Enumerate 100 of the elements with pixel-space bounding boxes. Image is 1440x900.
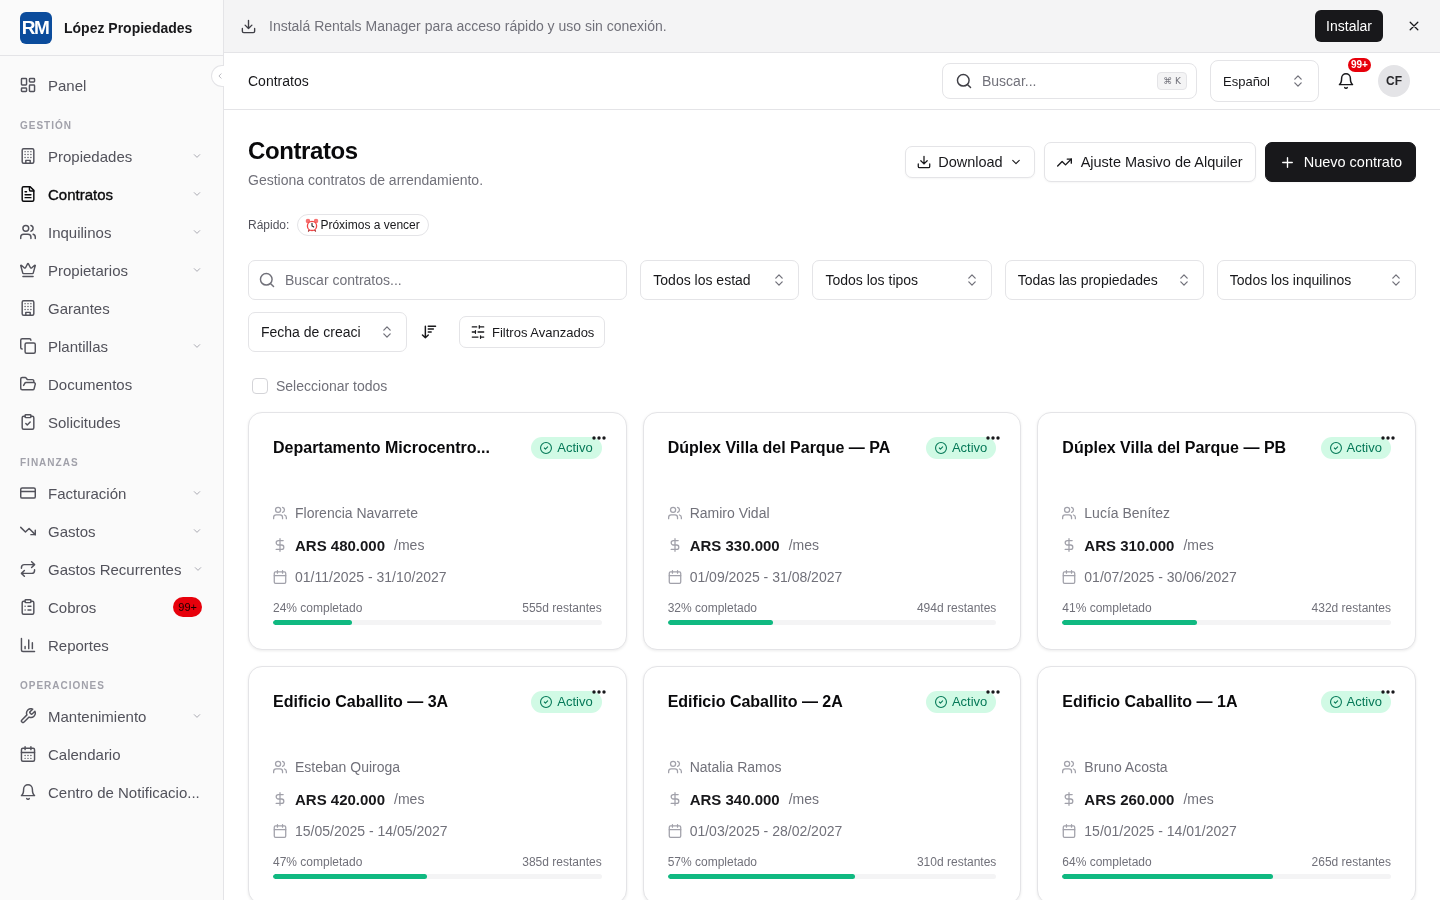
sidebar-item[interactable]: Calendario (0, 735, 210, 773)
alarm-clock-icon (305, 218, 320, 232)
install-button[interactable]: Instalar (1315, 10, 1383, 42)
rent-period: /mes (1183, 791, 1214, 807)
contract-dates: 01/11/2025 - 31/10/2027 (295, 569, 447, 585)
quick-filter-chip[interactable]: Próximos a vencer (297, 214, 429, 236)
property-title: Dúplex Villa del Parque — PB (1062, 439, 1287, 457)
sidebar-item[interactable]: Plantillas (0, 327, 210, 365)
check-circle-icon (1329, 696, 1342, 708)
sidebar-item[interactable]: Gastos (0, 512, 210, 550)
filter-dropdown[interactable]: Todos los inquilinos (1216, 260, 1416, 300)
chevron-down-icon (192, 151, 202, 161)
contract-card[interactable]: Edificio Caballito — 2A Activo Natalia Ramos ARS 340.000 /mes 01/03/2025 - 28/02/2027 57% completado 310d restantes (642, 666, 1022, 900)
sidebar-item[interactable]: Propietarios (0, 251, 210, 289)
sidebar-item[interactable]: Documentos (0, 365, 210, 403)
brand-logo: RM (20, 11, 52, 44)
status-label: Activo (557, 695, 593, 709)
chevron-down-icon (192, 189, 202, 199)
sidebar-item[interactable]: Propiedades (0, 137, 210, 175)
more-button[interactable] (1380, 435, 1396, 441)
filter-dropdown[interactable]: Todos los estad (640, 260, 800, 300)
contract-card[interactable]: Edificio Caballito — 3A Activo Esteban Quiroga ARS 420.000 /mes 15/05/2025 - 14/05/2027 47% completado 385d restantes (248, 666, 627, 900)
contract-card[interactable]: Departamento Microcentro... Activo Florencia Navarrete ARS 480.000 /mes 01/11/2025 - 31/10/2027 24% completado 555d restantes (248, 412, 627, 650)
dashboard-icon (20, 77, 36, 93)
more-button[interactable] (590, 689, 607, 695)
contract-dates: 01/09/2025 - 31/08/2027 (689, 569, 843, 585)
contract-card[interactable]: Dúplex Villa del Parque — PB Activo Lucía Benítez ARS 310.000 /mes 01/07/2025 - 30/06/2027 41% completado 432d restantes (1037, 412, 1416, 650)
section-label: OPERACIONES (20, 680, 105, 692)
sidebar-item[interactable]: Reportes (0, 626, 210, 664)
sort-button[interactable] (419, 322, 439, 342)
search-field[interactable]: Buscar... ⌘ K (942, 63, 1197, 99)
chevron-left-icon (216, 72, 224, 80)
rent-period: /mes (394, 791, 425, 807)
crown-icon (20, 262, 36, 278)
credit-card-icon (20, 485, 36, 501)
section-label: FINANZAS (20, 457, 79, 469)
contract-card[interactable]: Edificio Caballito — 1A Activo Bruno Acosta ARS 260.000 /mes 15/01/2025 - 14/01/2027 64% completado 265d restantes (1037, 666, 1416, 900)
more-icon (591, 436, 606, 440)
language-select[interactable]: Español (1210, 60, 1319, 102)
action-button[interactable]: Ajuste Masivo de Alquiler (1043, 142, 1256, 182)
install-message: Instalá Rentals Manager para acceso rápido y uso sin conexión. (269, 18, 668, 34)
more-icon (1381, 436, 1395, 440)
building-icon (20, 300, 36, 316)
calendar-icon (1062, 824, 1077, 838)
sidebar-item[interactable]: Inquilinos (0, 213, 210, 251)
more-button[interactable] (985, 435, 1002, 441)
bar-chart-icon (20, 637, 36, 653)
sidebar-item[interactable]: Centro de Notificacio... (0, 773, 210, 811)
filter-dropdown[interactable]: Fecha de creaci (248, 312, 407, 352)
rent-period: /mes (1183, 537, 1214, 553)
search-input[interactable]: Buscar contratos... (285, 272, 615, 288)
progress-label: 32% completado (667, 600, 758, 616)
search-input[interactable]: Buscar... (982, 73, 1148, 89)
repeat-icon (20, 561, 36, 577)
section-label: GESTIÓN (20, 120, 72, 132)
tenant-name: Natalia Ramos (689, 759, 782, 775)
avatar[interactable]: CF (1378, 65, 1410, 97)
bell-icon (20, 784, 36, 800)
rent-amount: ARS 480.000 (295, 536, 386, 554)
chevrons-up-down-icon (1389, 273, 1403, 287)
contract-dates: 01/03/2025 - 28/02/2027 (689, 823, 843, 839)
new-contract-button[interactable]: Nuevo contrato (1264, 142, 1416, 182)
more-button[interactable] (1380, 689, 1396, 695)
sidebar-item[interactable]: Garantes (0, 289, 210, 327)
notifications-button[interactable] (1337, 72, 1355, 90)
sidebar-item[interactable]: Contratos (0, 175, 210, 213)
search-field[interactable]: Buscar contratos... (248, 260, 628, 300)
search-icon (956, 73, 972, 89)
more-button[interactable] (590, 435, 607, 441)
calendar-icon (273, 824, 287, 838)
sidebar-item[interactable]: Mantenimiento (0, 697, 210, 735)
more-button[interactable] (985, 689, 1002, 695)
remaining-days: 310d restantes (916, 854, 997, 870)
download-icon (241, 18, 256, 34)
contract-card[interactable]: Dúplex Villa del Parque — PA Activo Ramiro Vidal ARS 330.000 /mes 01/09/2025 - 31/08/2027 32% completado 494d restantes (642, 412, 1022, 650)
property-title: Edificio Caballito — 3A (273, 693, 449, 711)
chevron-down-icon (192, 488, 202, 498)
checkbox[interactable] (252, 378, 268, 394)
advanced-filters-button[interactable]: Filtros Avanzados (459, 316, 606, 348)
sidebar-item[interactable]: Facturación (0, 474, 210, 512)
contract-dates: 01/07/2025 - 30/06/2027 (1084, 569, 1237, 585)
rent-amount: ARS 310.000 (1084, 536, 1175, 554)
remaining-days: 494d restantes (916, 600, 997, 616)
filter-dropdown[interactable]: Todos los tipos (812, 260, 992, 300)
property-title: Edificio Caballito — 2A (667, 693, 843, 711)
rent-amount: ARS 340.000 (689, 790, 780, 808)
rent-amount: ARS 260.000 (1084, 790, 1175, 808)
users-icon (667, 506, 682, 520)
property-title: Dúplex Villa del Parque — PA (667, 439, 891, 457)
sidebar-item[interactable]: Gastos Recurrentes (0, 550, 212, 588)
close-button[interactable] (1407, 19, 1421, 33)
sidebar-item[interactable]: Panel (0, 66, 210, 104)
progress-label: 47% completado (273, 854, 363, 870)
check-circle-icon (540, 442, 553, 454)
sidebar-item[interactable]: Solicitudes (0, 403, 210, 441)
filter-dropdown[interactable]: Todas las propiedades (1004, 260, 1204, 300)
download-menu-button[interactable]: Download (905, 146, 1035, 178)
page-title: Contratos (248, 73, 310, 89)
sidebar-item[interactable]: Cobros 99+ (0, 588, 210, 626)
page-heading: Contratos (248, 136, 359, 166)
